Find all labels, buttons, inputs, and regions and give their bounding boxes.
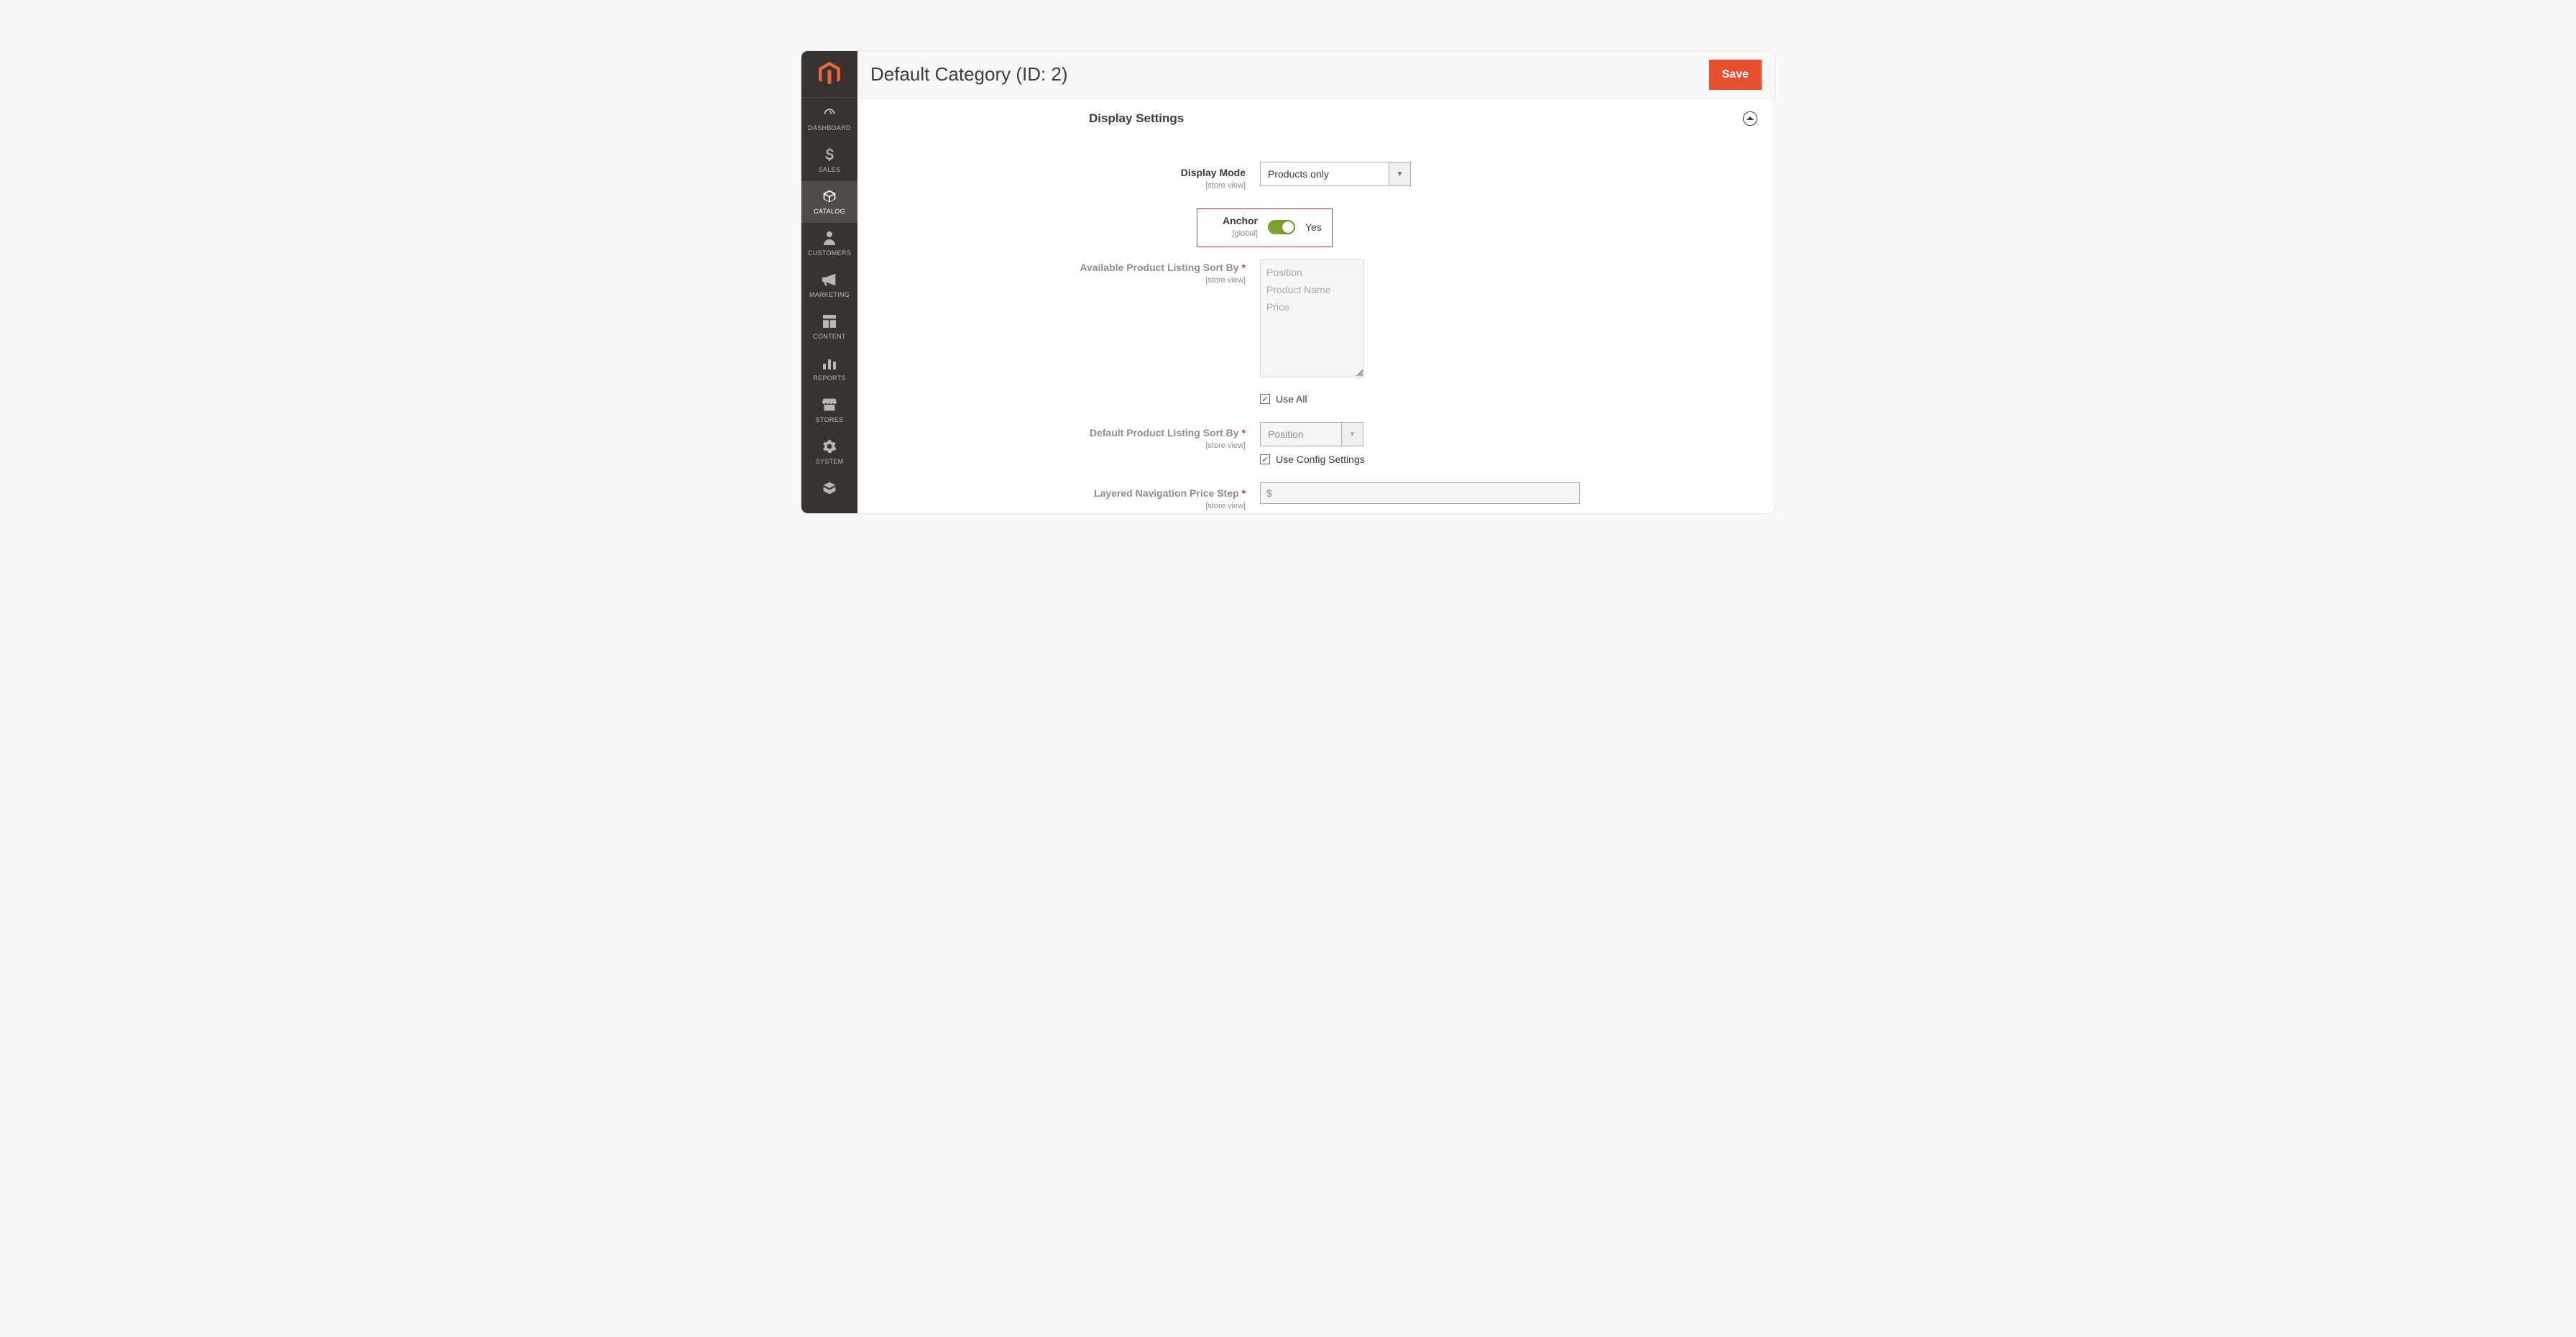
display-mode-label-col: Display Mode [store view]: [875, 162, 1260, 191]
admin-window: DASHBOARD SALES CATALOG CUSTOMERS MARKET: [801, 50, 1775, 514]
section-title: Display Settings: [1089, 111, 1184, 126]
sidebar-item-customers[interactable]: CUSTOMERS: [801, 223, 857, 265]
anchor-row: Anchor [global] Yes: [875, 208, 1757, 247]
sidebar-label: CUSTOMERS: [808, 249, 851, 257]
anchor-highlight: Anchor [global] Yes: [1197, 208, 1333, 247]
sidebar-item-catalog[interactable]: CATALOG: [801, 181, 857, 223]
sidebar-label: REPORTS: [813, 375, 845, 382]
sidebar-item-sales[interactable]: SALES: [801, 139, 857, 181]
main-panel: Default Category (ID: 2) Save Display Se…: [857, 51, 1775, 513]
sidebar-label: CONTENT: [813, 333, 846, 340]
display-mode-value: Products only: [1260, 162, 1389, 186]
use-all-checkbox[interactable]: ✓: [1260, 394, 1270, 404]
sidebar-label: SALES: [819, 166, 841, 173]
sort-option: Price: [1266, 298, 1358, 316]
sort-option: Product Name: [1266, 281, 1358, 298]
use-config-checkbox[interactable]: ✓: [1260, 454, 1270, 464]
display-settings-form: Display Mode [store view] Products only …: [857, 133, 1775, 512]
display-mode-scope: [store view]: [1205, 181, 1246, 190]
collapse-section-button[interactable]: [1743, 111, 1757, 126]
display-mode-label: Display Mode: [875, 167, 1246, 178]
admin-sidebar: DASHBOARD SALES CATALOG CUSTOMERS MARKET: [801, 51, 857, 513]
sidebar-item-dashboard[interactable]: DASHBOARD: [801, 98, 857, 139]
page-title: Default Category (ID: 2): [870, 63, 1068, 86]
package-icon: [822, 480, 837, 496]
price-step-label: Layered Navigation Price Step*: [875, 487, 1246, 499]
available-sort-multiselect[interactable]: Position Product Name Price: [1260, 259, 1364, 377]
gear-icon: [822, 438, 837, 454]
price-step-row: Layered Navigation Price Step* [store vi…: [875, 482, 1757, 512]
default-sort-scope: [store view]: [1205, 441, 1246, 450]
default-sort-row: Default Product Listing Sort By* [store …: [875, 422, 1757, 465]
bar-chart-icon: [822, 355, 837, 371]
default-sort-select[interactable]: Position ▼: [1260, 422, 1363, 446]
resize-handle-icon[interactable]: [1356, 363, 1363, 376]
dropdown-caret-icon: ▼: [1389, 162, 1411, 186]
anchor-spacer: [875, 208, 1197, 213]
available-sort-row: Available Product Listing Sort By* [stor…: [875, 259, 1757, 405]
sidebar-label: SYSTEM: [816, 458, 844, 465]
use-all-label: Use All: [1276, 393, 1307, 405]
available-sort-scope: [store view]: [1205, 276, 1246, 285]
default-sort-label-col: Default Product Listing Sort By* [store …: [875, 422, 1260, 451]
section-header: Display Settings: [857, 98, 1775, 133]
anchor-toggle[interactable]: [1268, 220, 1295, 234]
box-icon: [822, 188, 837, 204]
available-sort-label-col: Available Product Listing Sort By* [stor…: [875, 259, 1260, 286]
anchor-label: Anchor: [1208, 215, 1258, 226]
price-step-control: [1260, 482, 1757, 504]
magento-logo-icon: [819, 62, 840, 86]
price-step-label-col: Layered Navigation Price Step* [store vi…: [875, 482, 1260, 512]
dropdown-caret-icon: ▼: [1342, 422, 1363, 446]
default-sort-value: Position: [1260, 422, 1342, 446]
layout-icon: [822, 313, 837, 329]
page-header: Default Category (ID: 2) Save: [857, 51, 1775, 98]
price-step-input[interactable]: [1260, 482, 1580, 504]
sidebar-label: DASHBOARD: [808, 124, 851, 132]
available-sort-control: Position Product Name Price ✓ Use All: [1260, 259, 1757, 405]
sidebar-label: STORES: [816, 416, 844, 423]
use-all-checkbox-row[interactable]: ✓ Use All: [1260, 393, 1307, 405]
gauge-icon: [822, 105, 837, 121]
sidebar-item-content[interactable]: CONTENT: [801, 306, 857, 348]
anchor-scope: [global]: [1233, 229, 1258, 238]
sidebar-item-marketing[interactable]: MARKETING: [801, 265, 857, 306]
dollar-icon: [822, 147, 837, 162]
default-sort-control: Position ▼ ✓ Use Config Settings: [1260, 422, 1757, 465]
toggle-knob: [1282, 221, 1294, 233]
use-config-label: Use Config Settings: [1276, 454, 1365, 465]
sort-option: Position: [1266, 264, 1358, 281]
save-button[interactable]: Save: [1709, 60, 1762, 90]
sidebar-item-reports[interactable]: REPORTS: [801, 348, 857, 390]
display-mode-control: Products only ▼: [1260, 162, 1757, 186]
megaphone-icon: [822, 272, 837, 288]
sidebar-label: CATALOG: [814, 208, 845, 215]
anchor-value: Yes: [1305, 221, 1322, 233]
price-step-scope: [store view]: [1205, 502, 1246, 510]
display-mode-select[interactable]: Products only ▼: [1260, 162, 1411, 186]
sidebar-item-extras[interactable]: [801, 473, 857, 496]
default-sort-label: Default Product Listing Sort By*: [875, 427, 1246, 438]
storefront-icon: [822, 397, 837, 413]
content-area: Display Settings Display Mode [store vie…: [857, 98, 1775, 513]
anchor-label-col: Anchor [global]: [1208, 215, 1258, 239]
sidebar-item-system[interactable]: SYSTEM: [801, 431, 857, 473]
sidebar-item-stores[interactable]: STORES: [801, 390, 857, 431]
display-mode-row: Display Mode [store view] Products only …: [875, 162, 1757, 191]
available-sort-label: Available Product Listing Sort By*: [875, 262, 1246, 273]
sidebar-label: MARKETING: [809, 291, 850, 298]
use-config-checkbox-row[interactable]: ✓ Use Config Settings: [1260, 454, 1365, 465]
person-icon: [822, 230, 837, 246]
chevron-up-icon: [1747, 116, 1754, 121]
magento-logo[interactable]: [801, 51, 857, 98]
